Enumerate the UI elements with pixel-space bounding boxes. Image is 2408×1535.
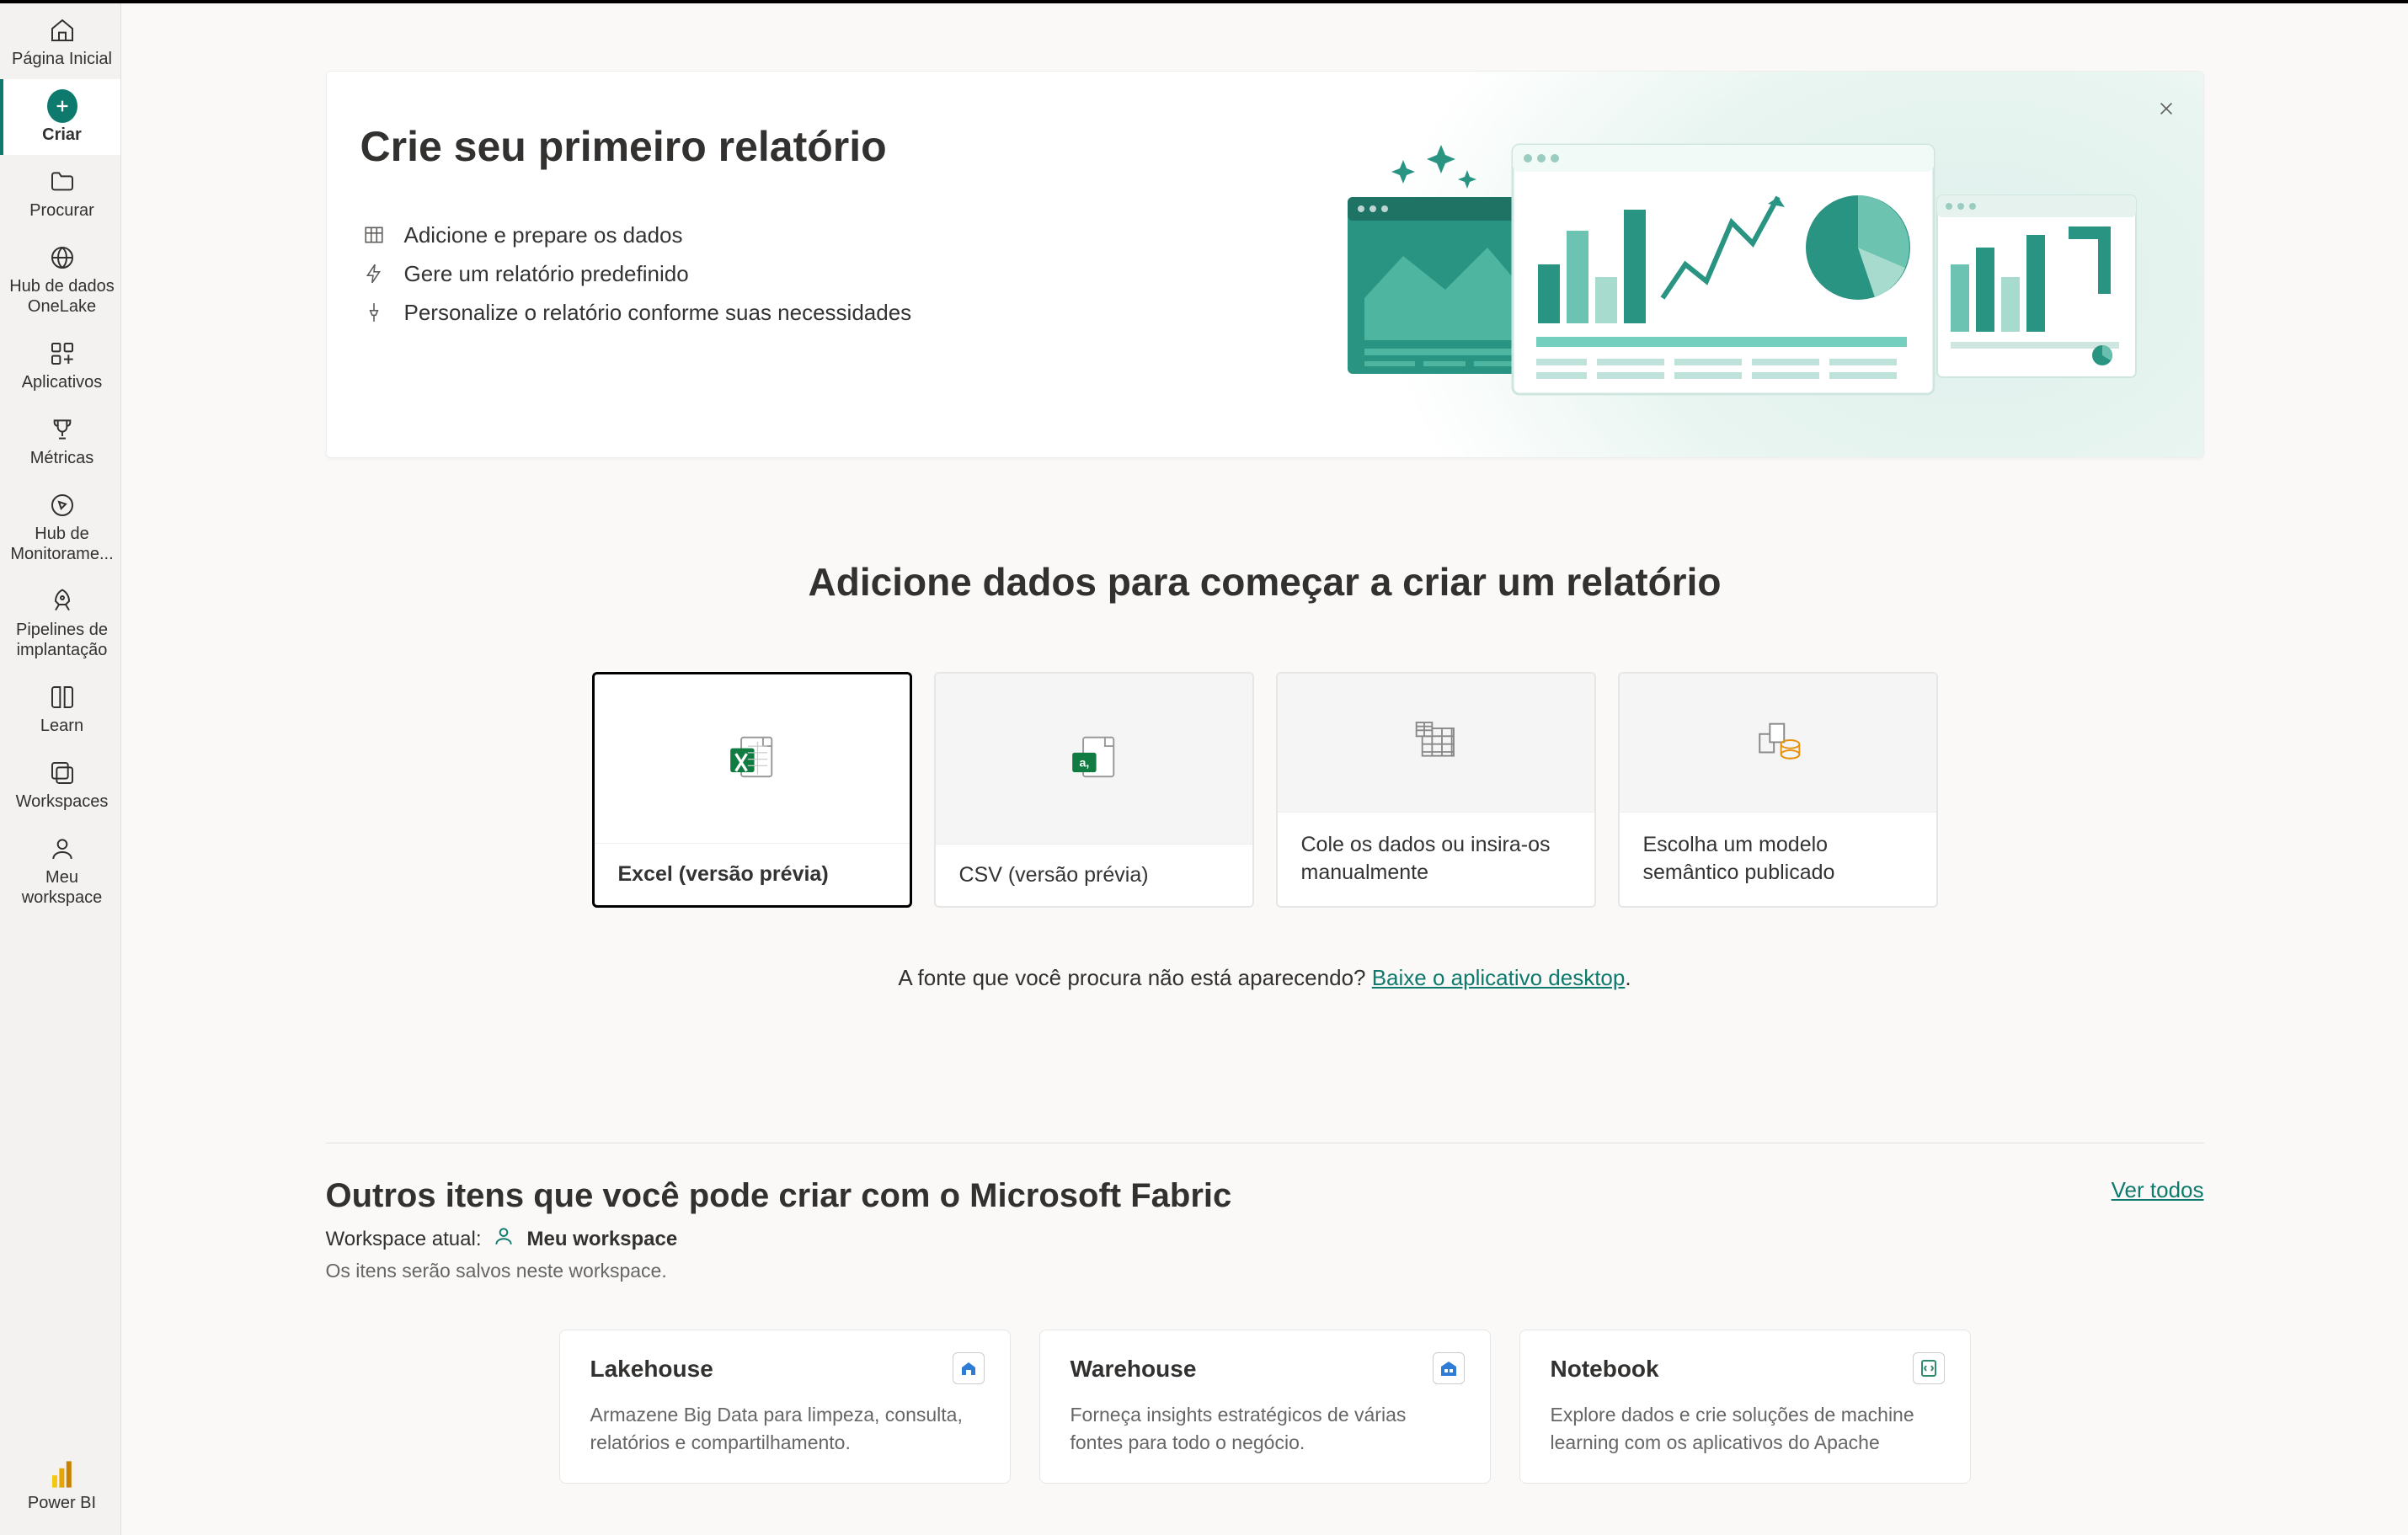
hero-bullet-text: Gere um relatório predefinido [404,261,689,287]
fabric-card-title: Warehouse [1071,1356,1460,1383]
pin-icon [360,299,387,326]
sidebar-item-home[interactable]: Página Inicial [0,3,120,79]
svg-text:a,: a, [1079,756,1089,770]
fabric-title: Outros itens que você pode criar com o M… [326,1177,1232,1215]
fabric-hint: Os itens serão salvos neste workspace. [326,1260,1232,1282]
compass-icon [47,490,77,520]
sidebar-item-workspaces[interactable]: Workspaces [0,746,120,822]
sidebar-item-metrics[interactable]: Métricas [0,402,120,478]
data-source-card-model[interactable]: Escolha um modelo semântico publicado [1618,672,1938,908]
sidebar-item-label: Power BI [28,1493,96,1513]
help-text: A fonte que você procura não está aparec… [326,965,2204,991]
help-text-prefix: A fonte que você procura não está aparec… [898,965,1371,990]
model-icon [1754,716,1802,769]
hero-bullet-text: Adicione e prepare os dados [404,222,683,248]
sidebar-item-label: Meu workspace [8,867,117,908]
sidebar-item-label: Hub de Monitorame... [8,524,117,564]
sidebar-item-my-workspace[interactable]: Meu workspace [0,822,120,918]
data-source-label: Escolha um modelo semântico publicado [1620,812,1936,907]
folder-icon [47,167,77,197]
sidebar-item-create[interactable]: Criar [0,79,120,155]
sidebar-item-learn[interactable]: Learn [0,670,120,746]
workspaces-icon [47,758,77,788]
data-source-cards: Excel (versão prévia) a, CSV (versão pré… [326,672,2204,908]
data-source-label: Excel (versão prévia) [595,843,910,905]
powerbi-icon [47,1459,77,1490]
apps-icon [47,338,77,369]
sidebar-item-browse[interactable]: Procurar [0,155,120,231]
hero-close-button[interactable] [2153,95,2180,122]
sidebar-item-label: Métricas [30,448,94,468]
hero-bullet: Adicione e prepare os dados [360,221,1060,248]
rocket-icon [47,586,77,616]
workspace-line: Workspace atual: Meu workspace [326,1225,1232,1253]
lakehouse-icon [953,1352,985,1384]
fabric-card-desc: Armazene Big Data para limpeza, consulta… [590,1401,980,1458]
sidebar-item-label: Página Inicial [12,49,112,69]
plus-circle-icon [47,91,77,121]
sidebar-item-apps[interactable]: Aplicativos [0,327,120,402]
home-icon [47,15,77,45]
fabric-card-warehouse[interactable]: Warehouse Forneça insights estratégicos … [1039,1330,1491,1484]
fabric-card-lakehouse[interactable]: Lakehouse Armazene Big Data para limpeza… [559,1330,1011,1484]
hero-bullet: Gere um relatório predefinido [360,260,1060,287]
fabric-card-notebook[interactable]: Notebook Explore dados e crie soluções d… [1519,1330,1971,1484]
sidebar-item-label: Aplicativos [22,372,103,392]
data-source-card-csv[interactable]: a, CSV (versão prévia) [934,672,1254,908]
fabric-card-title: Lakehouse [590,1356,980,1383]
workspace-label: Workspace atual: [326,1228,482,1251]
fabric-cards: Lakehouse Armazene Big Data para limpeza… [326,1330,2204,1484]
sidebar-footer-powerbi[interactable]: Power BI [0,1447,120,1535]
workspace-name: Meu workspace [526,1228,677,1251]
data-source-label: CSV (versão prévia) [936,844,1252,906]
sidebar-item-label: Hub de dados OneLake [8,276,117,317]
fabric-card-desc: Explore dados e crie soluções de machine… [1551,1401,1940,1458]
hero-banner: Crie seu primeiro relatório Adicione e p… [326,71,2204,458]
download-desktop-link[interactable]: Baixe o aplicativo desktop [1372,965,1626,990]
fabric-card-title: Notebook [1551,1356,1940,1383]
notebook-icon [1913,1352,1945,1384]
sidebar-item-label: Pipelines de implantação [8,620,117,660]
sidebar-item-monitoring[interactable]: Hub de Monitorame... [0,478,120,574]
excel-icon [726,731,778,787]
sidebar-item-pipelines[interactable]: Pipelines de implantação [0,574,120,670]
person-icon [47,834,77,864]
hero-bullet: Personalize o relatório conforme suas ne… [360,299,1060,326]
sidebar-nav: Página Inicial Criar Procurar Hub de dad… [0,3,121,1535]
sidebar-item-label: Workspaces [16,791,109,812]
sidebar-item-label: Learn [40,716,83,736]
hero-illustration [1311,130,2170,399]
hero-bullet-text: Personalize o relatório conforme suas ne… [404,300,912,326]
sidebar-item-label: Criar [42,125,82,145]
person-icon [493,1225,515,1253]
see-all-link[interactable]: Ver todos [2112,1177,2204,1203]
book-icon [47,682,77,712]
onelake-icon [47,243,77,273]
csv-icon: a, [1068,731,1120,787]
data-source-label: Cole os dados ou insira-os manualmente [1278,812,1594,907]
fabric-header: Outros itens que você pode criar com o M… [326,1177,2204,1282]
warehouse-icon [1433,1352,1465,1384]
fabric-card-desc: Forneça insights estratégicos de várias … [1071,1401,1460,1458]
hero-title: Crie seu primeiro relatório [360,122,1060,171]
table-grid-icon [1412,717,1460,768]
sidebar-item-onelake[interactable]: Hub de dados OneLake [0,231,120,327]
sidebar-item-label: Procurar [29,200,94,221]
data-source-card-paste[interactable]: Cole os dados ou insira-os manualmente [1276,672,1596,908]
bolt-icon [360,260,387,287]
trophy-icon [47,414,77,445]
section-title: Adicione dados para começar a criar um r… [326,559,2204,605]
table-icon [360,221,387,248]
main-content: Crie seu primeiro relatório Adicione e p… [121,3,2408,1535]
data-source-card-excel[interactable]: Excel (versão prévia) [592,672,912,908]
